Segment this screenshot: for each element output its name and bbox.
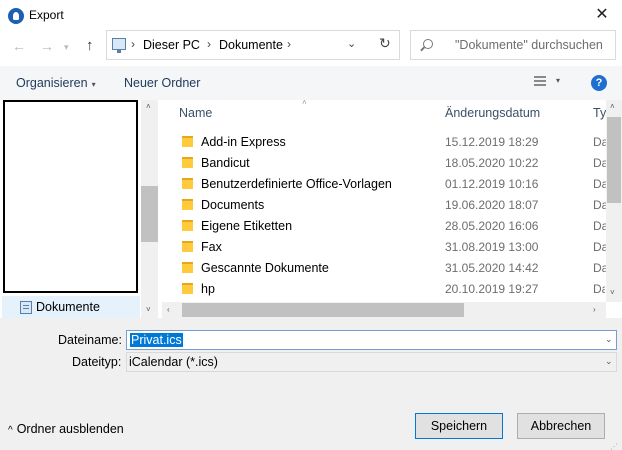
file-row[interactable]: Add-in Express 15.12.2019 18:29 Da bbox=[162, 132, 608, 153]
column-header-date[interactable]: Änderungsdatum bbox=[445, 106, 540, 120]
file-row[interactable]: Bandicut 18.05.2020 10:22 Da bbox=[162, 153, 608, 174]
view-options-icon[interactable] bbox=[534, 76, 546, 88]
this-pc-icon bbox=[112, 38, 126, 53]
folder-icon bbox=[182, 199, 193, 210]
filename-label: Dateiname: bbox=[58, 333, 122, 347]
file-name: Bandicut bbox=[201, 156, 250, 170]
save-button[interactable]: Speichern bbox=[415, 413, 503, 439]
scrollbar-thumb[interactable] bbox=[607, 117, 621, 203]
file-date: 01.12.2019 10:16 bbox=[445, 177, 539, 191]
filetype-label: Dateityp: bbox=[72, 355, 122, 369]
breadcrumb-separator-icon[interactable]: › bbox=[287, 37, 291, 51]
file-name: Add-in Express bbox=[201, 135, 286, 149]
file-date: 19.06.2020 18:07 bbox=[445, 198, 539, 212]
cancel-button[interactable]: Abbrechen bbox=[517, 413, 605, 439]
folder-icon bbox=[182, 283, 193, 294]
file-name: Documents bbox=[201, 198, 265, 212]
file-list: Name ˄ Änderungsdatum Ty Add-in Express … bbox=[162, 98, 608, 303]
column-header-name[interactable]: Name bbox=[179, 106, 212, 120]
organize-button[interactable]: Organisieren ▾ bbox=[16, 76, 96, 90]
folder-icon bbox=[182, 220, 193, 231]
refresh-icon[interactable]: ↻ bbox=[379, 35, 391, 52]
file-row[interactable]: Benutzerdefinierte Office-Vorlagen 01.12… bbox=[162, 174, 608, 195]
breadcrumb-separator-icon[interactable]: › bbox=[131, 37, 135, 51]
scroll-left-icon[interactable]: ‹ bbox=[167, 305, 170, 314]
file-date: 31.05.2020 14:42 bbox=[445, 261, 539, 275]
address-dropdown-chevron-icon[interactable]: ⌄ bbox=[347, 37, 356, 50]
breadcrumb-separator-icon[interactable]: › bbox=[207, 37, 211, 51]
hide-folders-label: Ordner ausblenden bbox=[16, 422, 124, 436]
address-bar[interactable]: › Dieser PC › Dokumente › ⌄ ↻ bbox=[106, 30, 400, 60]
file-type: Da bbox=[593, 282, 605, 296]
scrollbar-thumb[interactable] bbox=[182, 303, 464, 317]
folder-icon bbox=[182, 178, 193, 189]
file-row[interactable]: Eigene Etiketten 28.05.2020 16:06 Da bbox=[162, 216, 608, 237]
recent-locations-chevron-icon[interactable]: ▾ bbox=[64, 42, 69, 53]
file-name: hp bbox=[201, 282, 215, 296]
navigation-pane: Dokumente bbox=[0, 100, 140, 318]
breadcrumb-documents[interactable]: Dokumente bbox=[219, 38, 283, 52]
column-header-name-label: Name bbox=[179, 106, 213, 120]
file-date: 15.12.2019 18:29 bbox=[445, 135, 539, 149]
scroll-down-icon[interactable]: ˅ bbox=[610, 288, 615, 297]
file-date: 31.08.2019 13:00 bbox=[445, 240, 539, 254]
search-input[interactable]: "Dokumente" durchsuchen bbox=[410, 30, 616, 60]
scroll-up-icon[interactable]: ˄ bbox=[146, 102, 151, 111]
file-row[interactable]: Gescannte Dokumente 31.05.2020 14:42 Da bbox=[162, 258, 608, 279]
new-folder-button[interactable]: Neuer Ordner bbox=[124, 76, 200, 90]
save-panel: Dateiname: Privat.ics ⌄ Dateityp: iCalen… bbox=[0, 318, 622, 450]
scroll-right-icon[interactable]: › bbox=[593, 305, 596, 314]
hide-folders-button[interactable]: ^ Ordner ausblenden bbox=[8, 422, 124, 436]
chevron-up-icon: ^ bbox=[8, 425, 13, 436]
filetype-select[interactable]: iCalendar (*.ics) ⌄ bbox=[126, 352, 617, 372]
chevron-down-icon: ▾ bbox=[91, 80, 96, 89]
filename-value: Privat.ics bbox=[130, 333, 183, 347]
search-placeholder: "Dokumente" durchsuchen bbox=[455, 38, 603, 52]
filename-input[interactable]: Privat.ics ⌄ bbox=[126, 330, 617, 350]
window-title: Export bbox=[29, 8, 64, 22]
folder-icon bbox=[182, 136, 193, 147]
scroll-up-icon[interactable]: ˄ bbox=[610, 102, 615, 111]
navigation-pane-scrollbar[interactable]: ˄ ˅ bbox=[141, 100, 158, 318]
search-icon bbox=[423, 39, 433, 49]
resize-grip-icon[interactable]: ⋰ bbox=[610, 442, 618, 450]
help-icon[interactable]: ? bbox=[591, 75, 607, 91]
chevron-down-icon[interactable]: ⌄ bbox=[605, 334, 613, 345]
navigation-tree-blank bbox=[3, 100, 138, 293]
column-header-type[interactable]: Ty bbox=[593, 106, 606, 120]
nav-item-documents-label: Dokumente bbox=[36, 300, 100, 314]
folder-icon bbox=[182, 262, 193, 273]
file-date: 18.05.2020 10:22 bbox=[445, 156, 539, 170]
app-icon bbox=[8, 8, 24, 24]
filetype-value: iCalendar (*.ics) bbox=[129, 355, 218, 369]
title-bar: Export ✕ bbox=[0, 0, 622, 32]
file-row[interactable]: Fax 31.08.2019 13:00 Da bbox=[162, 237, 608, 258]
documents-icon bbox=[20, 301, 32, 314]
file-name: Benutzerdefinierte Office-Vorlagen bbox=[201, 177, 392, 191]
file-row[interactable]: Documents 19.06.2020 18:07 Da bbox=[162, 195, 608, 216]
file-date: 28.05.2020 16:06 bbox=[445, 219, 539, 233]
close-button[interactable]: ✕ bbox=[590, 5, 614, 27]
file-name: Eigene Etiketten bbox=[201, 219, 293, 233]
folder-icon bbox=[182, 157, 193, 168]
chevron-down-icon[interactable]: ⌄ bbox=[605, 356, 613, 367]
scrollbar-thumb[interactable] bbox=[141, 186, 158, 242]
file-name: Gescannte Dokumente bbox=[201, 261, 329, 275]
file-list-horizontal-scrollbar[interactable]: ‹ › bbox=[162, 302, 606, 318]
scroll-down-icon[interactable]: ˅ bbox=[146, 305, 151, 314]
file-row[interactable]: hp 20.10.2019 19:27 Da bbox=[162, 279, 605, 301]
file-list-vertical-scrollbar[interactable]: ˄ ˅ bbox=[606, 100, 622, 302]
up-arrow-icon[interactable]: ↑ bbox=[86, 37, 94, 54]
sort-ascending-icon: ˄ bbox=[302, 98, 307, 107]
back-arrow-icon[interactable]: ← bbox=[12, 38, 26, 54]
view-options-chevron-icon[interactable]: ▾ bbox=[556, 76, 560, 85]
folder-icon bbox=[182, 241, 193, 252]
file-name: Fax bbox=[201, 240, 222, 254]
organize-label: Organisieren bbox=[16, 76, 88, 90]
forward-arrow-icon[interactable]: → bbox=[40, 38, 54, 54]
breadcrumb-this-pc[interactable]: Dieser PC bbox=[143, 38, 200, 52]
file-date: 20.10.2019 19:27 bbox=[445, 282, 539, 296]
toolbar: Organisieren ▾ Neuer Ordner ▾ ? bbox=[0, 66, 622, 100]
